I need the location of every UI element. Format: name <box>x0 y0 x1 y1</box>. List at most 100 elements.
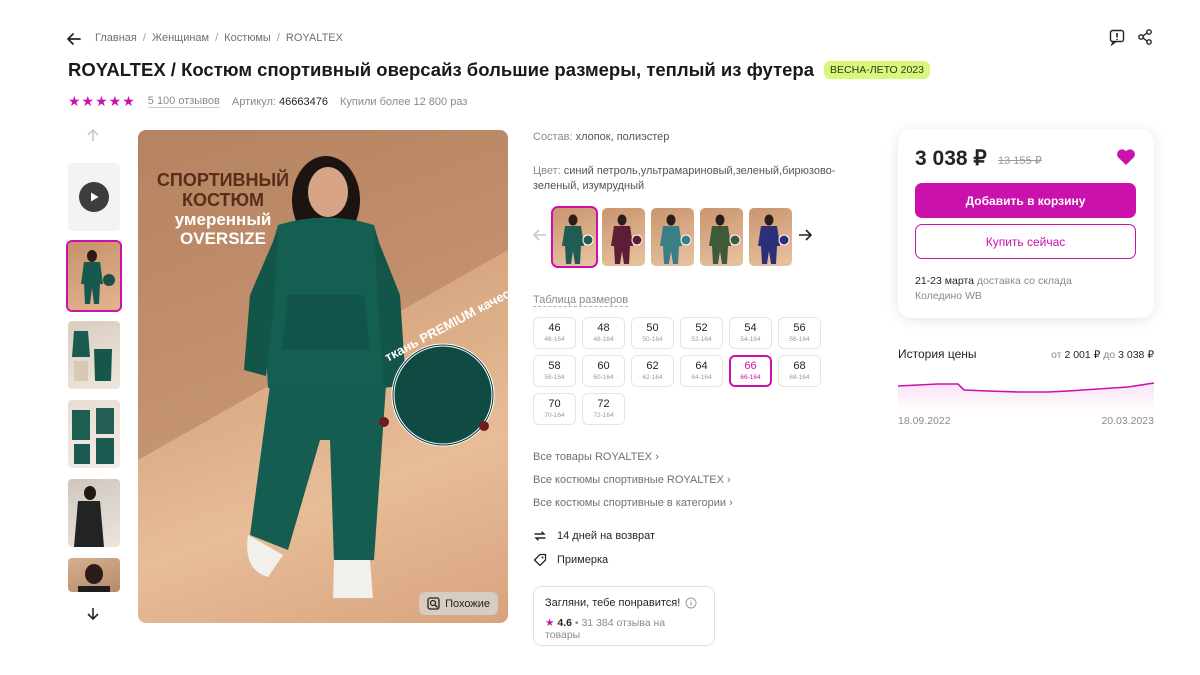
size-option[interactable]: 72 72-164 <box>582 393 625 425</box>
info-icon[interactable] <box>685 597 697 609</box>
price-history-range: от 2 001 ₽ до 3 038 ₽ <box>1051 349 1154 361</box>
link-brand-suits[interactable]: Все костюмы спортивные ROYALTEX › <box>533 474 733 486</box>
breadcrumb-women[interactable]: Женщинам <box>152 32 209 44</box>
back-arrow-icon[interactable] <box>66 31 82 47</box>
promo-card-title: Загляни, тебе понравится! <box>545 597 703 609</box>
size-range: 66-164 <box>740 374 761 381</box>
delivery-info: 21-23 марта доставка со склада Коледино … <box>915 274 1072 304</box>
add-to-cart-button[interactable]: Добавить в корзину <box>915 183 1136 218</box>
favorite-heart-icon[interactable] <box>1116 148 1136 166</box>
size-number: 64 <box>695 360 708 372</box>
thumbs-down-arrow-icon[interactable] <box>86 607 100 626</box>
size-number: 46 <box>548 322 561 334</box>
link-category-suits[interactable]: Все костюмы спортивные в категории › <box>533 497 733 509</box>
size-range: 54-164 <box>740 336 761 343</box>
price-history-chart[interactable] <box>898 372 1154 412</box>
size-number: 52 <box>695 322 708 334</box>
color-variant[interactable] <box>602 208 645 266</box>
link-all-brand[interactable]: Все товары ROYALTEX › <box>533 451 733 463</box>
size-option[interactable]: 60 60-164 <box>582 355 625 387</box>
price-history-from-label: от <box>1051 349 1062 361</box>
buy-now-button[interactable]: Купить сейчас <box>915 224 1136 259</box>
similar-button[interactable]: Похожие <box>419 592 498 615</box>
thumbnail-image[interactable] <box>66 240 122 312</box>
thumbnail-image[interactable] <box>68 479 120 547</box>
size-option[interactable]: 66 66-164 <box>729 355 772 387</box>
promo-card-score: 4.6 <box>557 617 572 629</box>
rating-stars[interactable]: ★★★★★ <box>68 93 136 110</box>
breadcrumb-brand[interactable]: ROYALTEX <box>286 32 343 44</box>
color-variant[interactable] <box>551 206 598 268</box>
size-number: 54 <box>744 322 757 334</box>
delivery-date: 21-23 марта <box>915 275 974 287</box>
product-meta: ★★★★★ 5 100 отзывов Артикул: 46663476 Ку… <box>68 93 467 110</box>
article-number[interactable]: Артикул: 46663476 <box>232 96 328 108</box>
price-history-title: История цены <box>898 347 977 361</box>
color-variant[interactable] <box>651 208 694 266</box>
current-price: 3 038 ₽ <box>915 147 987 170</box>
history-end-date: 20.03.2023 <box>1101 415 1154 427</box>
reviews-link[interactable]: 5 100 отзывов <box>147 95 220 108</box>
promo-line: OVERSIZE <box>180 229 266 248</box>
play-icon <box>79 182 109 212</box>
size-option[interactable]: 70 70-164 <box>533 393 576 425</box>
breadcrumb-home[interactable]: Главная <box>95 32 137 44</box>
promo-card-rating: ★ 4.6 • 31 384 отзыва на товары <box>545 617 703 641</box>
color-variants <box>532 206 813 268</box>
return-text: 14 дней на возврат <box>557 530 655 542</box>
size-number: 72 <box>597 398 610 410</box>
thumbnail-video[interactable] <box>68 163 120 231</box>
size-range: 68-164 <box>789 374 810 381</box>
bought-count: Купили более 12 800 раз <box>340 95 468 108</box>
star-icon: ★ <box>545 617 555 629</box>
size-option[interactable]: 58 58-164 <box>533 355 576 387</box>
thumbnail-image[interactable] <box>68 558 120 592</box>
thumbnail-image[interactable] <box>68 321 120 389</box>
size-range: 72-164 <box>593 412 614 419</box>
return-icon <box>534 531 546 541</box>
size-number: 58 <box>548 360 561 372</box>
article-label: Артикул: <box>231 95 276 108</box>
price-history-to-label: до <box>1103 349 1116 361</box>
size-number: 50 <box>646 322 659 334</box>
warehouse-name: Коледино WB <box>915 290 982 302</box>
fitting-text: Примерка <box>557 554 609 566</box>
old-price: 13 155 ₽ <box>998 155 1042 167</box>
size-table-link[interactable]: Таблица размеров <box>533 294 629 307</box>
size-option[interactable]: 56 56-164 <box>778 317 821 349</box>
color-variant[interactable] <box>749 208 792 266</box>
size-option[interactable]: 50 50-164 <box>631 317 674 349</box>
similar-label: Похожие <box>445 597 490 610</box>
color-variant[interactable] <box>700 208 743 266</box>
size-option[interactable]: 48 48-164 <box>582 317 625 349</box>
size-range: 56-164 <box>789 336 810 343</box>
size-option[interactable]: 52 52-164 <box>680 317 723 349</box>
report-icon[interactable] <box>1108 28 1126 47</box>
tag-icon <box>533 553 547 567</box>
brand-promo-card[interactable]: Загляни, тебе понравится! ★ 4.6 • 31 384… <box>533 586 715 646</box>
size-option[interactable]: 68 68-164 <box>778 355 821 387</box>
promo-line: СПОРТИВНЫЙ <box>156 170 290 190</box>
thumbs-up-arrow-icon[interactable] <box>86 128 100 147</box>
size-option[interactable]: 64 64-164 <box>680 355 723 387</box>
size-number: 56 <box>793 322 806 334</box>
size-range: 62-164 <box>642 374 663 381</box>
thumbnail-image[interactable] <box>68 400 120 468</box>
size-option[interactable]: 46 46-164 <box>533 317 576 349</box>
size-option[interactable]: 54 54-164 <box>729 317 772 349</box>
size-option[interactable]: 62 62-164 <box>631 355 674 387</box>
color-next-arrow-icon[interactable] <box>798 228 813 247</box>
price-history-max: 3 038 ₽ <box>1118 349 1154 361</box>
breadcrumb-suits[interactable]: Костюмы <box>224 32 271 44</box>
composition-value: хлопок, полиэстер <box>575 131 670 143</box>
page-title: ROYALTEX / Костюм спортивный оверсайз бо… <box>68 59 815 80</box>
main-product-image[interactable]: СПОРТИВНЫЙ КОСТЮМ умеренный OVERSIZE тка… <box>138 130 508 623</box>
size-range: 58-164 <box>544 374 565 381</box>
price-history-min: 2 001 ₽ <box>1064 349 1101 361</box>
title-row: ROYALTEX / Костюм спортивный оверсайз бо… <box>68 59 930 81</box>
size-range: 70-164 <box>544 412 565 419</box>
size-list: 46 46-164 48 48-164 50 50-164 52 52-164 54 54-164… <box>533 317 833 425</box>
promo-line: КОСТЮМ <box>181 190 265 210</box>
share-icon[interactable] <box>1136 28 1154 46</box>
color-prev-arrow-icon[interactable] <box>532 228 547 247</box>
